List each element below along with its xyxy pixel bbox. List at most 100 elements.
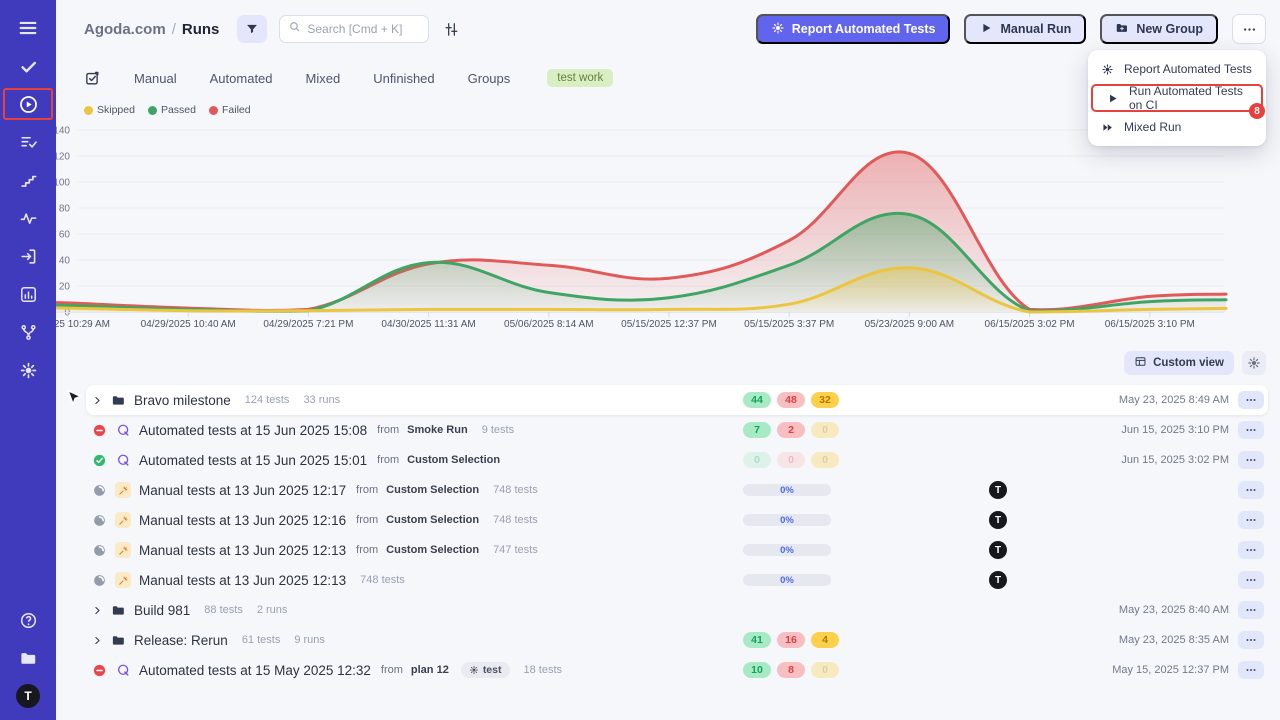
assignee-avatar[interactable]: T — [989, 571, 1007, 589]
run-row[interactable]: Manual tests at 13 Jun 2025 12:16fromCus… — [86, 505, 1268, 535]
legend-item-failed[interactable]: Failed — [209, 104, 251, 116]
filter-chip-test-work[interactable]: test work — [547, 69, 613, 87]
run-row[interactable]: Automated tests at 15 Jun 2025 15:01from… — [86, 445, 1268, 475]
view-settings-button[interactable] — [1242, 351, 1266, 375]
tab-automated[interactable]: Automated — [210, 71, 273, 86]
report-automated-tests-button[interactable]: Report Automated Tests — [756, 14, 951, 44]
ellipsis-icon — [1245, 484, 1257, 496]
chevron-right-icon[interactable] — [92, 635, 103, 646]
chevron-right-icon[interactable] — [92, 395, 103, 406]
run-row[interactable]: Manual tests at 13 Jun 2025 12:13748 tes… — [86, 565, 1268, 595]
sidebar-item-list-check[interactable] — [14, 128, 42, 156]
result-badges: 1080 — [743, 662, 839, 678]
folder-plus-icon — [1115, 21, 1129, 35]
assignee-avatar[interactable]: T — [989, 481, 1007, 499]
manual-run-icon — [115, 512, 131, 528]
row-menu-button[interactable] — [1238, 661, 1264, 679]
chevron-right-icon[interactable] — [92, 605, 103, 616]
sidebar-item-play-circle[interactable] — [3, 88, 53, 120]
checklist-icon[interactable] — [84, 70, 101, 87]
sliders-icon[interactable] — [439, 15, 463, 43]
tab-groups[interactable]: Groups — [468, 71, 511, 86]
search-box[interactable] — [279, 15, 429, 43]
row-menu-button[interactable] — [1238, 451, 1264, 469]
from-value: Custom Selection — [386, 544, 479, 556]
folder-icon — [111, 393, 126, 408]
tab-unfinished[interactable]: Unfinished — [373, 71, 434, 86]
group-row[interactable]: Bravo milestone124 tests33 runs444832May… — [86, 385, 1268, 415]
tab-manual[interactable]: Manual — [134, 71, 177, 86]
legend-item-skipped[interactable]: Skipped — [84, 104, 135, 116]
assignee-avatar[interactable]: T — [989, 511, 1007, 529]
run-row[interactable]: Manual tests at 13 Jun 2025 12:13fromCus… — [86, 535, 1268, 565]
run-row[interactable]: Automated tests at 15 Jun 2025 15:08from… — [86, 415, 1268, 445]
run-row[interactable]: Manual tests at 13 Jun 2025 12:17fromCus… — [86, 475, 1268, 505]
filter-button[interactable] — [237, 15, 267, 43]
plugin-icon — [771, 21, 785, 38]
search-input[interactable] — [307, 22, 420, 36]
group-row[interactable]: Release: Rerun61 tests9 runs41164May 23,… — [86, 625, 1268, 655]
more-actions-button[interactable] — [1232, 14, 1266, 44]
tests-count: 748 tests — [493, 514, 538, 526]
sidebar-item-gear[interactable] — [14, 356, 42, 384]
row-right — [1238, 571, 1264, 589]
legend-label: Failed — [222, 104, 251, 116]
breadcrumb-project[interactable]: Agoda.com — [84, 21, 166, 38]
sidebar-item-import[interactable] — [14, 242, 42, 270]
runs-area-chart: 020406080100120140/29/2025 10:29 AM04/29… — [0, 124, 1280, 336]
result-badges: 000 — [743, 452, 839, 468]
row-menu-button[interactable] — [1238, 481, 1264, 499]
menu-item-mixed-run[interactable]: Mixed Run — [1088, 114, 1266, 140]
new-group-button[interactable]: New Group — [1100, 14, 1218, 44]
help-icon — [19, 611, 38, 630]
highlight-box: Run Automated Tests on CI8 — [1091, 84, 1263, 112]
sidebar-item-branch[interactable] — [14, 318, 42, 346]
sidebar-item-folders[interactable] — [14, 644, 42, 672]
menu-item-report-automated-tests[interactable]: Report Automated Tests — [1088, 56, 1266, 82]
result-badges: 444832 — [743, 392, 839, 408]
gear-icon — [19, 361, 38, 380]
row-right: May 23, 2025 8:35 AM — [1119, 631, 1264, 649]
group-row[interactable]: Build 98188 tests2 runsMay 23, 2025 8:40… — [86, 595, 1268, 625]
progress-bar: 0% — [743, 574, 831, 586]
user-avatar[interactable]: T — [16, 684, 40, 708]
row-right: May 15, 2025 12:37 PM — [1112, 661, 1264, 679]
result-badges: 720 — [743, 422, 839, 438]
sidebar-item-stairs[interactable] — [14, 166, 42, 194]
folder-plus-icon — [1115, 21, 1129, 38]
row-menu-button[interactable] — [1238, 391, 1264, 409]
row-menu-button[interactable] — [1238, 631, 1264, 649]
sidebar-item-check[interactable] — [14, 52, 42, 80]
menu-item-run-automated-tests-on-ci[interactable]: Run Automated Tests on CI — [1093, 86, 1261, 110]
row-right: Jun 15, 2025 3:10 PM — [1121, 421, 1264, 439]
row-menu-button[interactable] — [1238, 511, 1264, 529]
row-main: Automated tests at 15 May 2025 12:32from… — [92, 662, 562, 678]
from-label: from — [356, 484, 378, 496]
from-label: from — [356, 544, 378, 556]
run-title: Manual tests at 13 Jun 2025 12:17 — [139, 483, 346, 498]
row-menu-button[interactable] — [1238, 571, 1264, 589]
tab-mixed[interactable]: Mixed — [306, 71, 341, 86]
custom-view-button[interactable]: Custom view — [1124, 351, 1234, 375]
skipped-count-badge: 4 — [811, 632, 839, 648]
legend-item-passed[interactable]: Passed — [148, 104, 196, 116]
sidebar-item-activity[interactable] — [14, 204, 42, 232]
gear-icon — [469, 665, 479, 675]
sidebar-item-bar-chart[interactable] — [14, 280, 42, 308]
sidebar-item-hamburger[interactable] — [14, 14, 42, 42]
automated-run-icon — [115, 452, 131, 468]
sidebar-item-help[interactable] — [14, 606, 42, 634]
y-axis-tick: 20 — [59, 282, 71, 293]
search-icon — [288, 20, 301, 38]
manual-run-button[interactable]: Manual Run — [964, 14, 1086, 44]
row-menu-button[interactable] — [1238, 601, 1264, 619]
row-menu-button[interactable] — [1238, 541, 1264, 559]
progress-status-icon — [92, 573, 107, 588]
assignee-avatar[interactable]: T — [989, 541, 1007, 559]
progress-value: 0% — [780, 515, 794, 526]
failed-count-badge: 16 — [777, 632, 805, 648]
plugin-icon — [1101, 63, 1114, 76]
run-row[interactable]: Automated tests at 15 May 2025 12:32from… — [86, 655, 1268, 685]
row-menu-button[interactable] — [1238, 421, 1264, 439]
x-axis-label: 05/06/2025 8:14 AM — [504, 319, 594, 330]
